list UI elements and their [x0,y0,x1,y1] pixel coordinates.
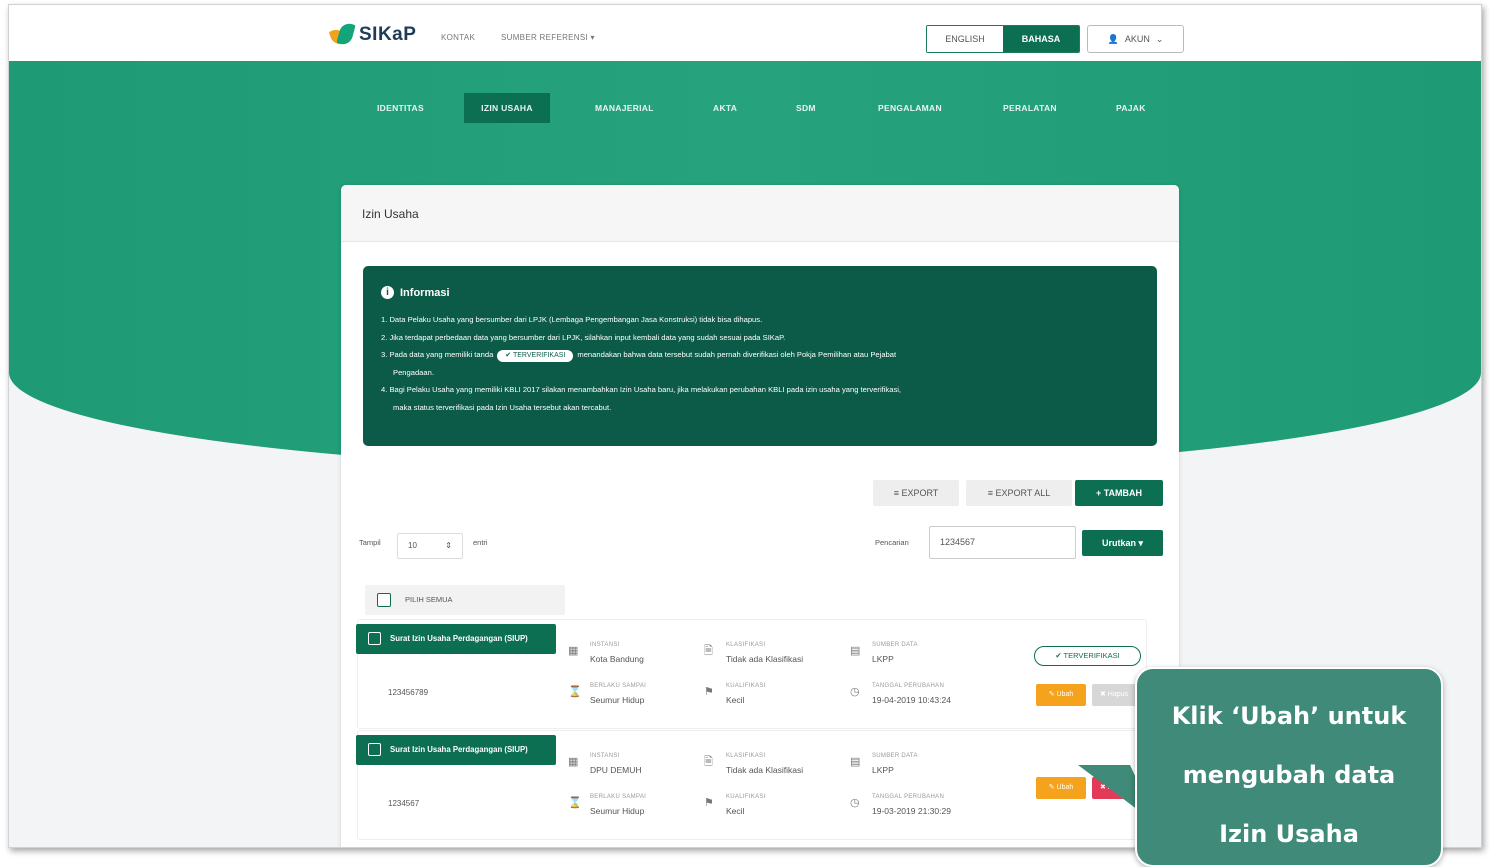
verified-pill-sample: ✔ TERVERIFIKASI [497,350,574,362]
callout-line-2: mengubah data [1182,761,1396,789]
kontak-link[interactable]: KONTAK [441,33,475,42]
search-input[interactable]: 1234567 [929,526,1076,559]
chevron-down-icon: ⌄ [1155,33,1164,44]
berlaku-field: BERLAKU SAMPAI Seumur Hidup [590,683,647,705]
building-icon: ▦ [568,756,579,768]
lang-bahasa-button[interactable]: BAHASA [1003,26,1079,52]
info-box: i Informasi 1. Data Pelaku Usaha yang be… [363,266,1157,446]
export-all-button[interactable]: ≡ EXPORT ALL [966,480,1072,506]
document-icon: 🗎 [704,645,713,657]
clock-icon: ◷ [850,686,860,698]
info-line-3b: Pengadaan. [393,367,434,377]
profile-tabs: IDENTITAS IZIN USAHA MANAJERIAL AKTA SDM… [9,93,1481,123]
hourglass-icon: ⌛ [568,686,582,698]
kualifikasi-field: KUALIFIKASI Kecil [726,794,766,816]
klasifikasi-field: KLASIFIKASI Tidak ada Klasifikasi [726,753,804,775]
info-line-2: 2. Jika terdapat perbedaan data yang ber… [381,332,786,342]
database-icon: ▤ [850,756,861,768]
berlaku-field: BERLAKU SAMPAI Seumur Hidup [590,794,647,816]
hourglass-icon: ⌛ [568,797,582,809]
tab-sdm[interactable]: SDM [782,93,830,123]
sumber-referensi-link[interactable]: SUMBER REFERENSI ▾ [501,33,595,42]
clock-icon: ◷ [850,797,860,809]
tag-icon: ⚑ [704,797,714,809]
info-title: i Informasi [381,286,1137,299]
tab-peralatan[interactable]: PERALATAN [989,93,1071,123]
select-all-label: PILIH SEMUA [405,595,453,604]
row-number: 123456789 [388,688,429,697]
row-type-tag: Surat Izin Usaha Perdagangan (SIUP) [356,624,556,654]
ubah-button[interactable]: ✎ Ubah [1036,684,1086,706]
user-icon: 👤 [1107,33,1119,44]
sumber-field: SUMBER DATA LKPP [872,753,918,775]
kualifikasi-field: KUALIFIKASI Kecil [726,683,766,705]
row-checkbox[interactable] [368,743,381,756]
table-row: Surat Izin Usaha Perdagangan (SIUP) 1234… [356,619,1147,729]
sikap-logo[interactable]: SIKaP [328,21,417,47]
tanggal-field: TANGGAL PERUBAHAN 19-03-2019 21:30:29 [872,794,951,816]
document-icon: 🗎 [704,756,713,768]
info-line-3: 3. Pada data yang memiliki tanda ✔ TERVER… [381,346,1137,364]
row-number: 1234567 [388,799,420,808]
info-line-4: 4. Bagi Pelaku Usaha yang memiliki KBLI … [381,385,902,394]
callout-line-1: Klik ‘Ubah’ untuk [1171,702,1407,730]
tab-manajerial[interactable]: MANAJERIAL [581,93,668,123]
tab-akta[interactable]: AKTA [699,93,751,123]
ubah-button[interactable]: ✎ Ubah [1036,777,1086,799]
tanggal-field: TANGGAL PERUBAHAN 19-04-2019 10:43:24 [872,683,951,705]
export-button[interactable]: ≡ EXPORT [873,480,959,506]
select-all-bar: PILIH SEMUA [365,585,565,615]
instruction-callout: Klik ‘Ubah’ untuk mengubah data Izin Usa… [1135,667,1443,867]
tag-icon: ⚑ [704,686,714,698]
callout-line-3: Izin Usaha [1219,820,1359,848]
tab-izin-usaha[interactable]: IZIN USAHA [464,93,550,123]
page-size-select[interactable]: 10 ⇕ [397,533,463,559]
tab-pajak[interactable]: PAJAK [1102,93,1160,123]
instansi-field: INSTANSI DPU DEMUH [590,753,642,775]
instansi-field: INSTANSI Kota Bandung [590,642,644,664]
sumber-field: SUMBER DATA LKPP [872,642,918,664]
row-type-tag: Surat Izin Usaha Perdagangan (SIUP) [356,735,556,765]
info-icon: i [381,286,394,299]
card-title: Izin Usaha [341,185,1179,242]
lang-english-button[interactable]: ENGLISH [927,26,1003,52]
entries-label: entri [473,538,488,547]
sort-dropdown[interactable]: Urutkan ▾ [1082,530,1163,556]
info-line-4b: maka status terverifikasi pada Izin Usah… [393,402,612,412]
info-line-1: 1. Data Pelaku Usaha yang bersumber dari… [381,315,763,324]
tab-pengalaman[interactable]: PENGALAMAN [864,93,956,123]
building-icon: ▦ [568,645,579,657]
account-dropdown[interactable]: 👤 AKUN ⌄ [1087,25,1184,53]
language-switch: ENGLISH BAHASA [926,25,1080,53]
search-label: Pencarian [875,538,909,547]
tab-identitas[interactable]: IDENTITAS [363,93,438,123]
show-label: Tampil [359,538,381,547]
account-label: AKUN [1124,34,1150,44]
row-checkbox[interactable] [368,632,381,645]
database-icon: ▤ [850,645,861,657]
logo-text: SIKaP [359,24,417,45]
verified-badge: ✔ TERVERIFIKASI [1034,646,1141,666]
logo-icon [328,21,356,47]
table-row: Surat Izin Usaha Perdagangan (SIUP) 1234… [356,730,1147,840]
hapus-button[interactable]: ✖ Hapus [1092,684,1136,706]
klasifikasi-field: KLASIFIKASI Tidak ada Klasifikasi [726,642,804,664]
top-bar: SIKaP KONTAK SUMBER REFERENSI ▾ ENGLISH … [9,5,1481,63]
tambah-button[interactable]: + TAMBAH [1075,480,1163,506]
select-all-checkbox[interactable] [377,593,391,607]
